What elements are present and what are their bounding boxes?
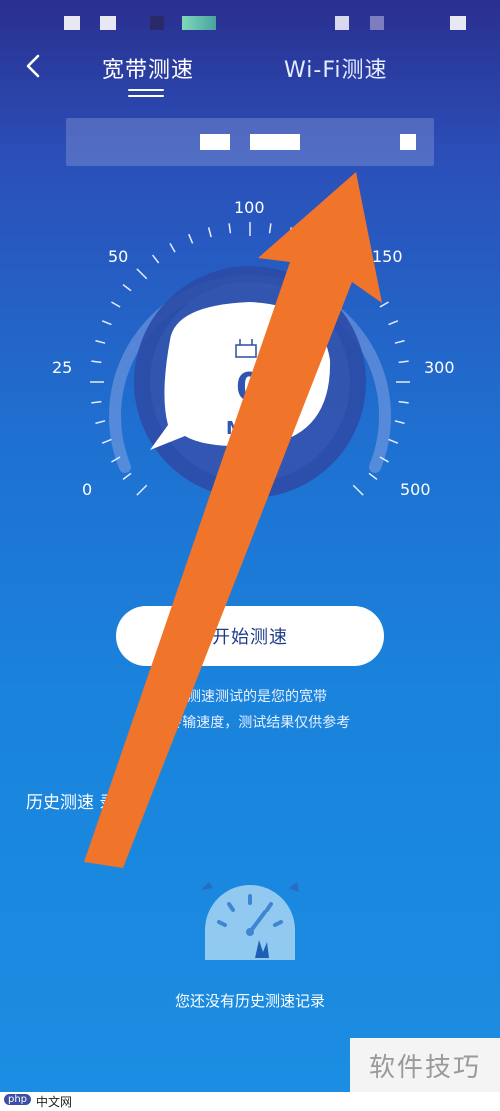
status-block [64,16,80,30]
gauge-tick [111,301,121,308]
redacted-block [400,134,416,150]
gauge-tick [398,360,409,364]
gauge-tick [324,243,331,253]
description-line-1: 带测速测试的是您的宽带 [173,689,327,705]
gauge-tick [288,227,293,238]
watermark-site-text: 中文网 [36,1095,73,1109]
gauge-label-500: 500 [400,480,431,499]
start-speedtest-button[interactable]: 开始测速 [116,606,384,666]
gauge-value: 0 [236,365,262,409]
top-nav: 宽带测速 Wi-Fi测速 [0,44,500,100]
gauge-tick [398,400,409,404]
status-bar [0,12,500,34]
gauge-tick [268,223,272,234]
gauge-unit: M [226,418,244,439]
gauge-tick [340,254,348,264]
gauge-tick [136,268,148,280]
gauge-tick [188,233,194,244]
status-block [150,16,164,30]
gauge-tick [388,320,399,326]
empty-history-text: 您还没有历史测速记录 [174,992,325,1010]
speedometer-icon [195,870,305,970]
gauge-tick [101,320,112,326]
gauge-tick [368,472,378,480]
gauge-tick [228,223,232,234]
redacted-block [200,134,230,150]
gauge-tick [394,339,405,344]
gauge-tick [368,284,378,292]
gauge-label-25: 25 [52,358,73,377]
gauge-label-50: 50 [108,247,129,266]
network-info-card [66,118,434,166]
description-line-2: 数 传输速度，测试结果仅供参考 [149,715,351,731]
gauge-tick [136,484,148,496]
history-title: 历史测速 录 [26,793,117,813]
watermark-bottom-left: php 中文网 [0,1092,500,1111]
gauge-tick [152,254,160,264]
gauge-tick [352,484,364,496]
gauge-tick [95,420,106,425]
gauge-tick [95,339,106,344]
php-logo: php [4,1094,32,1105]
back-button[interactable] [18,50,50,82]
gauge-tick [101,438,112,444]
status-block [100,16,116,30]
gauge-tick [207,227,212,238]
gauge-tick [306,233,312,244]
gauge-label-300: 300 [424,358,455,377]
gauge-tick [122,472,132,480]
status-block [335,16,349,30]
gauge-label-150: 150 [372,247,403,266]
gauge-tick [379,301,389,308]
speed-gauge: 0 M 0 25 50 100 150 300 500 [0,180,500,520]
status-block [182,16,216,30]
active-tab-indicator [128,89,164,99]
tab-wifi-speedtest[interactable]: Wi-Fi测速 [284,52,388,84]
gauge-dial: 0 M [90,222,410,498]
status-block [450,16,466,30]
gauge-tick [169,243,176,253]
gauge-label-0: 0 [82,480,93,499]
watermark-bottom-right: 软件技巧 [350,1038,500,1092]
back-chevron-icon [26,54,40,78]
redacted-block [250,134,300,150]
gauge-tick [122,284,132,292]
gauge-tick [91,400,102,404]
status-block [370,16,384,30]
gauge-tick [352,268,364,280]
gauge-label-100: 100 [234,198,265,217]
gauge-tick [91,360,102,364]
tab-broadband-speedtest[interactable]: 宽带测速 [102,52,194,84]
gauge-tick [394,420,405,425]
gauge-tick [388,438,399,444]
